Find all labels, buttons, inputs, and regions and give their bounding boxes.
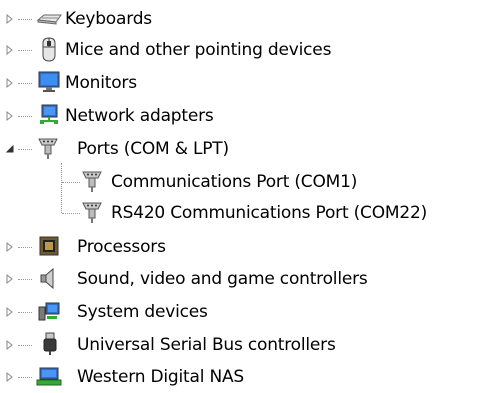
- tree-item-label: Universal Serial Bus controllers: [77, 335, 336, 355]
- tree-item-label: Processors: [77, 237, 166, 257]
- port-icon: [80, 169, 104, 193]
- tree-item-label: Network adapters: [65, 106, 214, 126]
- tree-item-label: Monitors: [65, 73, 137, 93]
- tree-item-label: Ports (COM & LPT): [77, 139, 229, 159]
- nas-icon: [36, 366, 62, 390]
- mouse-icon: [38, 37, 62, 62]
- port-icon: [80, 200, 104, 224]
- processor-icon: [37, 234, 61, 258]
- expand-arrow-icon[interactable]: [4, 273, 16, 285]
- system-devices-icon: [37, 299, 61, 323]
- network-adapter-icon: [37, 103, 61, 127]
- expand-arrow-icon[interactable]: [4, 371, 16, 383]
- tree-item-label: Sound, video and game controllers: [77, 269, 368, 289]
- tree-item-label: Keyboards: [65, 9, 152, 29]
- expand-arrow-icon[interactable]: [4, 339, 16, 351]
- expand-arrow-icon[interactable]: [4, 13, 16, 25]
- expand-arrow-icon[interactable]: [4, 77, 16, 89]
- speaker-icon: [37, 266, 61, 290]
- device-tree: Keyboards Mice and other pointing device…: [0, 0, 489, 391]
- monitor-icon: [37, 70, 61, 94]
- port-icon: [36, 136, 60, 160]
- tree-item-label: System devices: [77, 302, 208, 322]
- expand-arrow-icon[interactable]: [4, 306, 16, 318]
- keyboard-icon: [36, 7, 62, 31]
- tree-item-label: Mice and other pointing devices: [65, 40, 332, 60]
- collapse-arrow-icon[interactable]: [4, 143, 16, 155]
- tree-item-label: Communications Port (COM1): [111, 172, 358, 192]
- expand-arrow-icon[interactable]: [4, 110, 16, 122]
- tree-item-label: RS420 Communications Port (COM22): [111, 203, 428, 223]
- expand-arrow-icon[interactable]: [4, 44, 16, 56]
- expand-arrow-icon[interactable]: [4, 241, 16, 253]
- tree-item-label: Western Digital NAS: [77, 367, 244, 387]
- usb-icon: [40, 332, 64, 356]
